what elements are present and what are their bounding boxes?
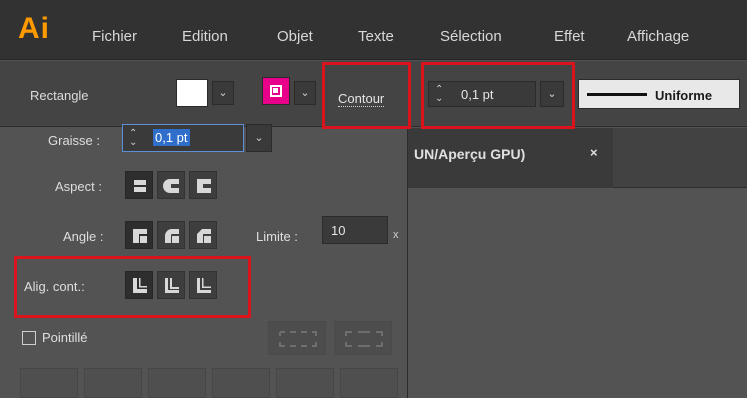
bevel-join-button[interactable] xyxy=(189,221,217,249)
dashed-line-label: Pointillé xyxy=(42,330,88,345)
document-tab-bar: UN/Aperçu GPU) × xyxy=(408,128,747,188)
dash-exact-icon xyxy=(279,331,317,347)
chevron-down-icon: ⌄ xyxy=(300,87,310,99)
menu-bar: Ai Fichier Edition Objet Texte Sélection… xyxy=(0,0,747,60)
menu-texte[interactable]: Texte xyxy=(358,28,394,45)
weight-field[interactable]: ⌃ ⌄ 0,1 pt xyxy=(122,124,244,152)
menu-objet[interactable]: Objet xyxy=(277,28,313,45)
dash-corners-icon xyxy=(345,331,383,347)
stroke-color-dropdown[interactable]: ⌄ xyxy=(294,81,316,105)
gap-field-2[interactable] xyxy=(212,368,270,398)
document-tab-title[interactable]: UN/Aperçu GPU) xyxy=(414,146,525,162)
miter-limit-value[interactable]: 10 xyxy=(331,223,345,238)
stroke-profile-select[interactable]: Uniforme xyxy=(578,79,740,109)
corner-label: Angle : xyxy=(63,229,104,244)
spinner-icon[interactable]: ⌃ ⌄ xyxy=(129,129,137,148)
object-type-label: Rectangle xyxy=(30,88,89,103)
dash-field-2[interactable] xyxy=(148,368,206,398)
close-icon[interactable]: × xyxy=(590,145,598,160)
bevel-join-icon xyxy=(197,229,211,243)
chevron-down-icon: ⌄ xyxy=(218,87,228,99)
highlight-stroke-weight xyxy=(421,62,575,129)
gap-field-1[interactable] xyxy=(84,368,142,398)
gap-field-3[interactable] xyxy=(340,368,398,398)
chevron-down-icon: ⌄ xyxy=(254,132,264,144)
weight-value[interactable]: 0,1 pt xyxy=(153,129,190,146)
profile-line-preview xyxy=(587,93,647,96)
projecting-cap-button[interactable] xyxy=(189,171,217,199)
round-join-icon xyxy=(165,229,179,243)
weight-dropdown[interactable]: ⌄ xyxy=(246,124,272,152)
miter-limit-field[interactable]: 10 xyxy=(322,216,388,244)
limit-unit: x xyxy=(393,229,399,241)
dash-preset-align-corners[interactable] xyxy=(334,321,392,355)
dash-field-1[interactable] xyxy=(20,368,78,398)
butt-cap-icon xyxy=(132,180,148,192)
menu-affichage[interactable]: Affichage xyxy=(627,28,689,45)
dash-preset-exact[interactable] xyxy=(268,321,326,355)
highlight-align-stroke xyxy=(14,256,251,318)
miter-join-icon xyxy=(133,229,147,243)
round-cap-icon xyxy=(163,179,179,193)
round-cap-button[interactable] xyxy=(157,171,185,199)
miter-join-button[interactable] xyxy=(125,221,153,249)
menu-selection[interactable]: Sélection xyxy=(440,28,502,45)
menu-edition[interactable]: Edition xyxy=(182,28,228,45)
document-tab[interactable]: UN/Aperçu GPU) × xyxy=(408,128,613,188)
fill-dropdown[interactable]: ⌄ xyxy=(212,81,234,105)
dash-field-3[interactable] xyxy=(276,368,334,398)
illustrator-logo: Ai xyxy=(18,12,50,45)
limit-label: Limite : xyxy=(256,229,298,244)
stroke-swatch[interactable] xyxy=(262,77,290,105)
menu-fichier[interactable]: Fichier xyxy=(92,28,137,45)
fill-swatch[interactable] xyxy=(176,79,208,107)
highlight-contour xyxy=(322,62,411,129)
dashed-line-checkbox[interactable] xyxy=(22,331,36,345)
menu-effet[interactable]: Effet xyxy=(554,28,585,45)
round-join-button[interactable] xyxy=(157,221,185,249)
weight-label: Graisse : xyxy=(48,133,101,148)
butt-cap-button[interactable] xyxy=(125,171,153,199)
profile-label: Uniforme xyxy=(655,88,713,103)
projecting-cap-icon xyxy=(197,179,211,193)
cap-label: Aspect : xyxy=(55,179,102,194)
